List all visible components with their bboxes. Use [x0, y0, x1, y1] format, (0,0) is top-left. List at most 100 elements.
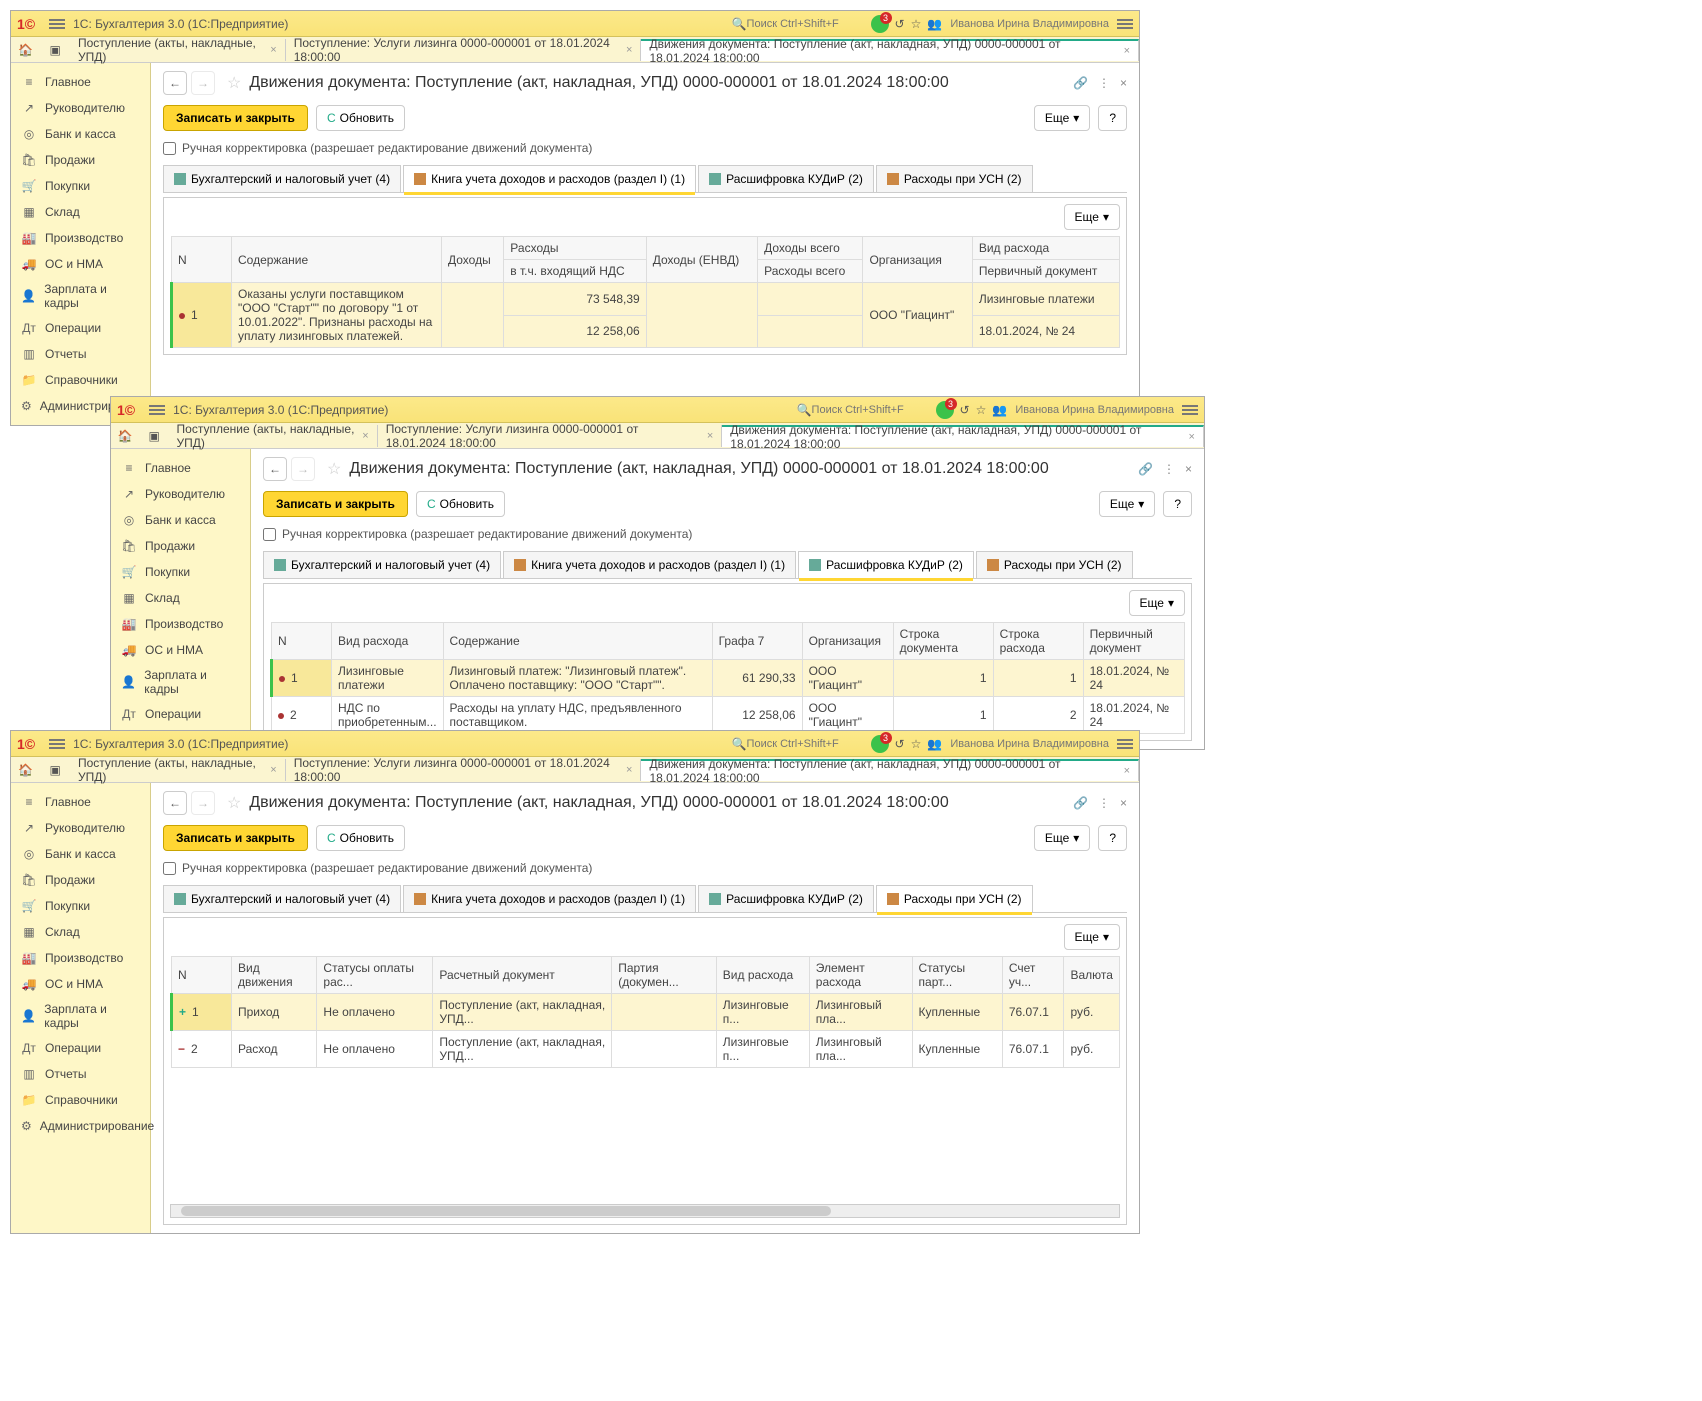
home-icon[interactable]: 🏠 — [15, 38, 36, 62]
doc-tab-0[interactable]: Поступление (акты, накладные, УПД)× — [70, 39, 286, 61]
close-icon[interactable]: × — [1124, 765, 1130, 777]
bell-icon[interactable] — [871, 735, 889, 753]
subtab-0[interactable]: Бухгалтерский и налоговый учет (4) — [263, 551, 501, 578]
sidebar-item-2[interactable]: ◎Банк и касса — [11, 121, 150, 147]
sidebar-item-8[interactable]: 👤Зарплата и кадры — [11, 997, 150, 1035]
hamburger-icon[interactable] — [1117, 23, 1133, 25]
menu-icon[interactable] — [149, 409, 165, 411]
table-row[interactable]: −2 РасходНе оплаченоПоступление (акт, на… — [172, 1031, 1120, 1068]
subtab-0[interactable]: Бухгалтерский и налоговый учет (4) — [163, 165, 401, 192]
doc-tab-0[interactable]: Поступление (акты, накладные, УПД)× — [70, 759, 286, 781]
link-icon[interactable]: 🔗 — [1073, 796, 1088, 810]
subtab-3[interactable]: Расходы при УСН (2) — [876, 885, 1033, 912]
sidebar-item-12[interactable]: ⚙Администрирование — [11, 1113, 150, 1139]
subtab-2[interactable]: Расшифровка КУДиР (2) — [798, 551, 974, 578]
close-icon[interactable]: × — [1185, 462, 1192, 476]
close-icon[interactable]: × — [707, 430, 713, 442]
sidebar-item-0[interactable]: ≡Главное — [11, 69, 150, 95]
help-button[interactable]: ? — [1098, 825, 1127, 851]
help-button[interactable]: ? — [1098, 105, 1127, 131]
sidebar-item-4[interactable]: 🛒Покупки — [111, 559, 250, 585]
home-icon[interactable]: 🏠 — [115, 424, 136, 448]
sidebar-item-9[interactable]: ДтОперации — [11, 315, 150, 341]
close-icon[interactable]: × — [1189, 431, 1195, 443]
manual-edit-checkbox[interactable] — [263, 528, 276, 541]
close-icon[interactable]: × — [270, 764, 276, 776]
subtab-3[interactable]: Расходы при УСН (2) — [876, 165, 1033, 192]
save-close-button[interactable]: Записать и закрыть — [263, 491, 408, 517]
sidebar-item-11[interactable]: 📁Справочники — [11, 1087, 150, 1113]
close-icon[interactable]: × — [362, 430, 368, 442]
sidebar-item-3[interactable]: 🛍Продажи — [111, 533, 250, 559]
back-button[interactable]: ← — [163, 71, 187, 95]
close-icon[interactable]: × — [626, 44, 632, 56]
doc-tab-0[interactable]: Поступление (акты, накладные, УПД)× — [169, 425, 378, 447]
sidebar-item-3[interactable]: 🛍Продажи — [11, 147, 150, 173]
doc-tab-2[interactable]: Движения документа: Поступление (акт, на… — [641, 759, 1139, 781]
manual-edit-row[interactable]: Ручная корректировка (разрешает редактир… — [263, 527, 1192, 541]
subtab-3[interactable]: Расходы при УСН (2) — [976, 551, 1133, 578]
hamburger-icon[interactable] — [1117, 743, 1133, 745]
sidebar-item-8[interactable]: 👤Зарплата и кадры — [111, 663, 250, 701]
doc-tab-1[interactable]: Поступление: Услуги лизинга 0000-000001 … — [286, 759, 642, 781]
back-button[interactable]: ← — [263, 457, 287, 481]
doc-tab-2[interactable]: Движения документа: Поступление (акт, на… — [722, 425, 1204, 447]
sidebar-item-8[interactable]: 👤Зарплата и кадры — [11, 277, 150, 315]
sidebar-item-1[interactable]: ↗Руководителю — [11, 815, 150, 841]
link-icon[interactable]: 🔗 — [1138, 462, 1153, 476]
sidebar-item-7[interactable]: 🚚ОС и НМА — [111, 637, 250, 663]
sidebar-item-4[interactable]: 🛒Покупки — [11, 893, 150, 919]
history-icon[interactable]: ↺ — [895, 737, 905, 751]
star-icon[interactable]: ☆ — [976, 403, 987, 417]
close-icon[interactable]: × — [1120, 796, 1127, 810]
forward-button[interactable]: → — [291, 457, 315, 481]
tabs-icon[interactable]: ▣ — [44, 758, 65, 782]
menu-icon[interactable] — [49, 23, 65, 25]
doc-tab-1[interactable]: Поступление: Услуги лизинга 0000-000001 … — [378, 425, 723, 447]
back-button[interactable]: ← — [163, 791, 187, 815]
sidebar-item-0[interactable]: ≡Главное — [111, 455, 250, 481]
sidebar-item-9[interactable]: ДтОперации — [111, 701, 250, 727]
forward-button[interactable]: → — [191, 791, 215, 815]
search-box[interactable]: 🔍 — [732, 17, 857, 31]
table-row[interactable]: 1 Оказаны услуги поставщиком "ООО "Старт… — [172, 283, 1120, 316]
sidebar-item-7[interactable]: 🚚ОС и НМА — [11, 251, 150, 277]
star-icon[interactable]: ☆ — [911, 17, 922, 31]
favorite-icon[interactable]: ☆ — [227, 73, 241, 93]
search-input[interactable] — [747, 18, 857, 30]
close-icon[interactable]: × — [626, 764, 632, 776]
sidebar-item-2[interactable]: ◎Банк и касса — [11, 841, 150, 867]
subtab-2[interactable]: Расшифровка КУДиР (2) — [698, 885, 874, 912]
sidebar-item-11[interactable]: 📁Справочники — [11, 367, 150, 393]
manual-edit-checkbox[interactable] — [163, 142, 176, 155]
search-box[interactable]: 🔍 — [732, 737, 857, 751]
kebab-icon[interactable]: ⋮ — [1098, 76, 1110, 90]
sidebar-item-5[interactable]: ▦Склад — [11, 919, 150, 945]
sidebar-item-7[interactable]: 🚚ОС и НМА — [11, 971, 150, 997]
manual-edit-checkbox[interactable] — [163, 862, 176, 875]
subtab-2[interactable]: Расшифровка КУДиР (2) — [698, 165, 874, 192]
search-box[interactable]: 🔍 — [797, 403, 922, 417]
home-icon[interactable]: 🏠 — [15, 758, 36, 782]
link-icon[interactable]: 🔗 — [1073, 76, 1088, 90]
close-icon[interactable]: × — [1124, 45, 1130, 57]
help-button[interactable]: ? — [1163, 491, 1192, 517]
sidebar-item-10[interactable]: ▥Отчеты — [11, 341, 150, 367]
close-icon[interactable]: × — [1120, 76, 1127, 90]
sidebar-item-3[interactable]: 🛍Продажи — [11, 867, 150, 893]
more-button[interactable]: Еще ▾ — [1129, 590, 1185, 616]
subtab-1[interactable]: Книга учета доходов и расходов (раздел I… — [503, 551, 796, 578]
sidebar-item-4[interactable]: 🛒Покупки — [11, 173, 150, 199]
subtab-0[interactable]: Бухгалтерский и налоговый учет (4) — [163, 885, 401, 912]
manual-edit-row[interactable]: Ручная корректировка (разрешает редактир… — [163, 141, 1127, 155]
star-icon[interactable]: ☆ — [911, 737, 922, 751]
favorite-icon[interactable]: ☆ — [227, 793, 241, 813]
more-button[interactable]: Еще ▾ — [1099, 491, 1155, 517]
tabs-icon[interactable]: ▣ — [144, 424, 165, 448]
refresh-button[interactable]: CОбновить — [316, 105, 405, 131]
history-icon[interactable]: ↺ — [960, 403, 970, 417]
bell-icon[interactable] — [936, 401, 954, 419]
save-close-button[interactable]: Записать и закрыть — [163, 825, 308, 851]
table-row[interactable]: 2 НДС по приобретенным...Расходы на упла… — [272, 697, 1185, 734]
table-row[interactable]: 1 Лизинговые платежиЛизинговый платеж: "… — [272, 660, 1185, 697]
